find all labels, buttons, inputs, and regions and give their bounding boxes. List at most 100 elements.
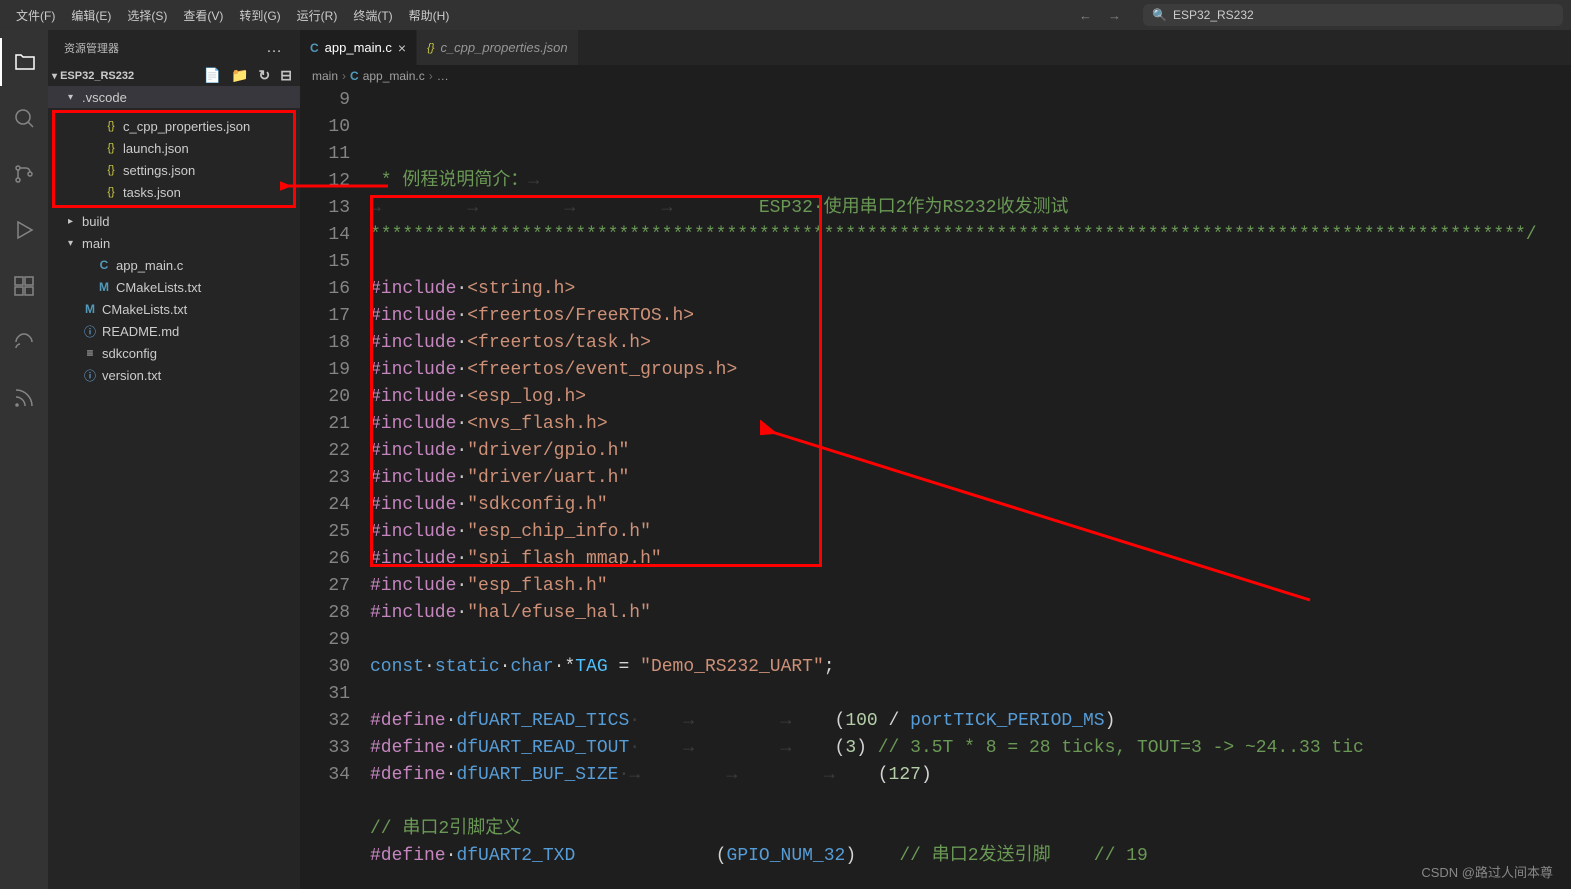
chevron-icon: ▸ (68, 216, 78, 227)
close-icon[interactable]: × (398, 40, 406, 56)
code-line[interactable]: #include·"esp_chip_info.h" (370, 519, 1571, 546)
code-line[interactable] (370, 249, 1571, 276)
tree-item[interactable]: ⓘREADME.md (48, 320, 300, 342)
menu-item[interactable]: 选择(S) (119, 3, 175, 28)
code-line[interactable]: #include·"spi_flash_mmap.h" (370, 546, 1571, 573)
line-number: 26 (300, 546, 350, 573)
line-number: 25 (300, 519, 350, 546)
line-number: 16 (300, 276, 350, 303)
tree-item[interactable]: {}launch.json (55, 137, 293, 159)
tree-item[interactable]: ≡sdkconfig (48, 342, 300, 364)
menu-item[interactable]: 转到(G) (231, 3, 288, 28)
code-line[interactable]: #define·dfUART2_TXD (GPIO_NUM_32) // 串口2… (370, 843, 1571, 870)
tab-bar: Capp_main.c × {}c_cpp_properties.json (300, 30, 1571, 65)
extensions-icon[interactable] (0, 262, 48, 310)
rss-icon[interactable] (0, 374, 48, 422)
code-line[interactable] (370, 627, 1571, 654)
tree-item[interactable]: MCMakeLists.txt (48, 298, 300, 320)
line-number: 33 (300, 735, 350, 762)
code-line[interactable]: #include·"driver/gpio.h" (370, 438, 1571, 465)
tree-item-label: tasks.json (123, 185, 181, 200)
menu-item[interactable]: 运行(R) (289, 3, 346, 28)
explorer-icon[interactable] (0, 38, 48, 86)
new-folder-icon[interactable]: 📁 (231, 67, 248, 84)
menu-item[interactable]: 编辑(E) (63, 3, 119, 28)
new-file-icon[interactable]: 📄 (204, 67, 221, 84)
code-line[interactable]: #define·dfUART_BUF_SIZE·→ → → (127) (370, 762, 1571, 789)
tree-item[interactable]: ▾main (48, 232, 300, 254)
line-number: 13 (300, 195, 350, 222)
sidebar-more-icon[interactable]: … (266, 39, 284, 57)
code-content[interactable]: * 例程说明简介：→→ → → → ESP32·使用串口2作为RS232收发测试… (370, 87, 1571, 889)
collapse-icon[interactable]: ⊟ (280, 67, 292, 84)
tree-item-label: app_main.c (116, 258, 183, 273)
code-line[interactable] (370, 681, 1571, 708)
line-number: 34 (300, 762, 350, 789)
file-icon: {} (103, 142, 119, 154)
code-line[interactable]: #include·<freertos/event_groups.h> (370, 357, 1571, 384)
tab-label: app_main.c (325, 40, 392, 55)
code-line[interactable]: #include·<freertos/task.h> (370, 330, 1571, 357)
file-icon: M (82, 302, 98, 316)
code-line[interactable]: #include·<nvs_flash.h> (370, 411, 1571, 438)
menu-item[interactable]: 查看(V) (175, 3, 231, 28)
debug-icon[interactable] (0, 206, 48, 254)
code-line[interactable]: #include·<esp_log.h> (370, 384, 1571, 411)
line-number: 28 (300, 600, 350, 627)
sidebar: 资源管理器 … ▾ ESP32_RS232 📄 📁 ↻ ⊟ ▾.vscode {}… (48, 30, 300, 889)
espressif-icon[interactable] (0, 318, 48, 366)
code-line[interactable]: // 串口2引脚定义 (370, 816, 1571, 843)
code-line[interactable]: #include·"driver/uart.h" (370, 465, 1571, 492)
nav-back-icon[interactable]: ← (1079, 8, 1092, 23)
search-activity-icon[interactable] (0, 94, 48, 142)
code-line[interactable]: #include·"esp_flash.h" (370, 573, 1571, 600)
tree-item[interactable]: MCMakeLists.txt (48, 276, 300, 298)
editor-tab[interactable]: Capp_main.c × (300, 30, 417, 65)
code-line[interactable]: #define·dfUART_READ_TICS· → → (100 / por… (370, 708, 1571, 735)
code-line[interactable]: * 例程说明简介：→ (370, 168, 1571, 195)
tree-item[interactable]: ▸build (48, 210, 300, 232)
code-line[interactable]: #define·dfUART_READ_TOUT· → → (3) // 3.5… (370, 735, 1571, 762)
code-line[interactable]: #include·<freertos/FreeRTOS.h> (370, 303, 1571, 330)
file-icon: M (96, 280, 112, 294)
tree-item[interactable]: ▾.vscode (48, 86, 300, 108)
tab-file-icon: {} (427, 42, 434, 54)
nav-forward-icon[interactable]: → (1108, 8, 1121, 23)
file-icon: {} (103, 120, 119, 132)
line-number: 22 (300, 438, 350, 465)
breadcrumb-folder: main (312, 69, 338, 83)
sidebar-title: 资源管理器 (64, 40, 119, 56)
editor-area: Capp_main.c × {}c_cpp_properties.json main… (300, 30, 1571, 889)
tree-item[interactable]: {}tasks.json (55, 181, 293, 203)
code-line[interactable]: const·static·char·*TAG = "Demo_RS232_UAR… (370, 654, 1571, 681)
tree-item[interactable]: {}c_cpp_properties.json (55, 115, 293, 137)
code-line[interactable]: ****************************************… (370, 222, 1571, 249)
sidebar-header: 资源管理器 … (48, 30, 300, 65)
menu-item[interactable]: 帮助(H) (401, 3, 458, 28)
file-icon: ⓘ (82, 323, 98, 340)
editor-tab[interactable]: {}c_cpp_properties.json (417, 30, 579, 65)
tree-item[interactable]: {}settings.json (55, 159, 293, 181)
code-line[interactable] (370, 789, 1571, 816)
tree-item[interactable]: ⓘversion.txt (48, 364, 300, 386)
tab-file-icon: C (310, 41, 319, 55)
menu-item[interactable]: 终端(T) (345, 3, 400, 28)
menu-item[interactable]: 文件(F) (8, 3, 63, 28)
editor-body[interactable]: 9101112131415161718192021222324252627282… (300, 87, 1571, 889)
line-number: 21 (300, 411, 350, 438)
breadcrumb-file: app_main.c (363, 69, 425, 83)
line-number: 11 (300, 141, 350, 168)
refresh-icon[interactable]: ↻ (259, 67, 271, 84)
search-label: ESP32_RS232 (1173, 8, 1254, 22)
tree-item[interactable]: Capp_main.c (48, 254, 300, 276)
code-line[interactable]: #include·"hal/efuse_hal.h" (370, 600, 1571, 627)
code-line[interactable]: #include·<string.h> (370, 276, 1571, 303)
code-line[interactable]: → → → → ESP32·使用串口2作为RS232收发测试 (370, 195, 1571, 222)
code-line[interactable]: #include·"sdkconfig.h" (370, 492, 1571, 519)
source-control-icon[interactable] (0, 150, 48, 198)
breadcrumb[interactable]: main › C app_main.c › … (300, 65, 1571, 87)
search-icon: 🔍 (1152, 8, 1167, 22)
project-header[interactable]: ▾ ESP32_RS232 📄 📁 ↻ ⊟ (48, 65, 300, 86)
search-box[interactable]: 🔍 ESP32_RS232 (1143, 4, 1563, 26)
line-number: 31 (300, 681, 350, 708)
